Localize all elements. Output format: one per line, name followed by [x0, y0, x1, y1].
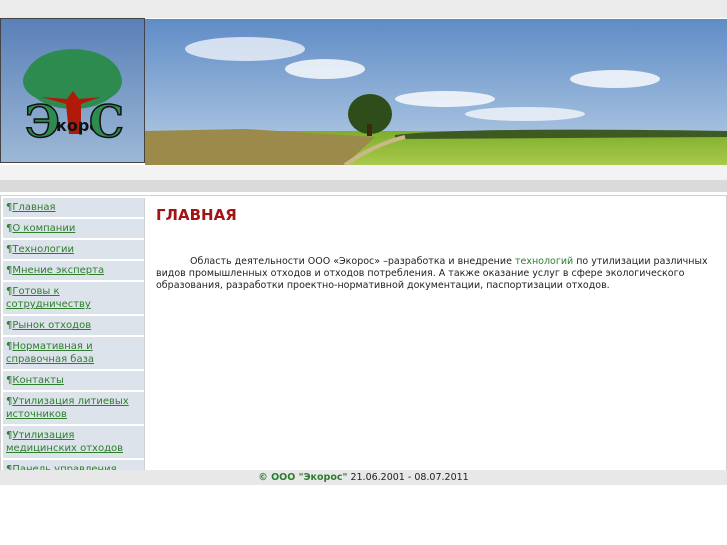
company-logo[interactable]: Э коро С — [0, 18, 145, 163]
sidebar-item-link[interactable]: Рынок отходов — [12, 320, 91, 331]
divider-bar — [0, 180, 727, 192]
main-area: ¶Главная ¶О компании ¶Технологии ¶Мнение эк… — [0, 195, 727, 481]
sidebar-item[interactable]: ¶Технологии — [3, 240, 144, 259]
sidebar-item[interactable]: ¶Нормативная и справочная база — [3, 337, 144, 369]
footer-dates: 21.06.2001 - 08.07.2011 — [347, 472, 469, 483]
sidebar-item-link[interactable]: Мнение эксперта — [12, 265, 104, 276]
footer: © ООО "Экорос" 21.06.2001 - 08.07.2011 — [0, 470, 727, 485]
sidebar-item[interactable]: ¶Контакты — [3, 371, 144, 390]
sidebar-item-link[interactable]: Технологии — [12, 244, 74, 255]
content: ГЛАВНАЯ Область деятельности ООО «Экорос… — [156, 206, 721, 292]
sidebar-item-link[interactable]: Утилизация литиевых источников — [6, 396, 129, 420]
sidebar-item[interactable]: ¶Главная — [3, 198, 144, 217]
header-banner-image — [145, 19, 727, 167]
intro-paragraph: Область деятельности ООО «Экорос» –разра… — [156, 256, 721, 292]
svg-text:Э: Э — [25, 97, 60, 148]
sidebar-item[interactable]: ¶О компании — [3, 219, 144, 238]
sidebar-item-link[interactable]: Утилизация медицинских отходов — [6, 430, 123, 454]
sidebar-item-link[interactable]: Главная — [12, 202, 55, 213]
sidebar-item-link[interactable]: Готовы к сотрудничеству — [6, 286, 91, 310]
sidebar-item-link[interactable]: Контакты — [12, 375, 63, 386]
sidebar-item-link[interactable]: Нормативная и справочная база — [6, 341, 94, 365]
svg-text:С: С — [89, 97, 124, 148]
sidebar-item[interactable]: ¶Рынок отходов — [3, 316, 144, 335]
intro-text: Область деятельности ООО «Экорос» –разра… — [190, 256, 515, 267]
sidebar-item[interactable]: ¶Мнение эксперта — [3, 261, 144, 280]
sidebar-nav: ¶Главная ¶О компании ¶Технологии ¶Мнение эк… — [3, 198, 145, 481]
copyright-link[interactable]: © ООО "Экорос" — [258, 472, 347, 483]
sidebar-item-link[interactable]: О компании — [12, 223, 75, 234]
spacer — [0, 165, 727, 180]
technologies-link[interactable]: технологий — [515, 256, 573, 267]
top-band — [0, 0, 727, 18]
sidebar-item[interactable]: ¶Готовы к сотрудничеству — [3, 282, 144, 314]
sidebar-item[interactable]: ¶Утилизация литиевых источников — [3, 392, 144, 424]
page-title: ГЛАВНАЯ — [156, 206, 237, 224]
sidebar-item[interactable]: ¶Утилизация медицинских отходов — [3, 426, 144, 458]
